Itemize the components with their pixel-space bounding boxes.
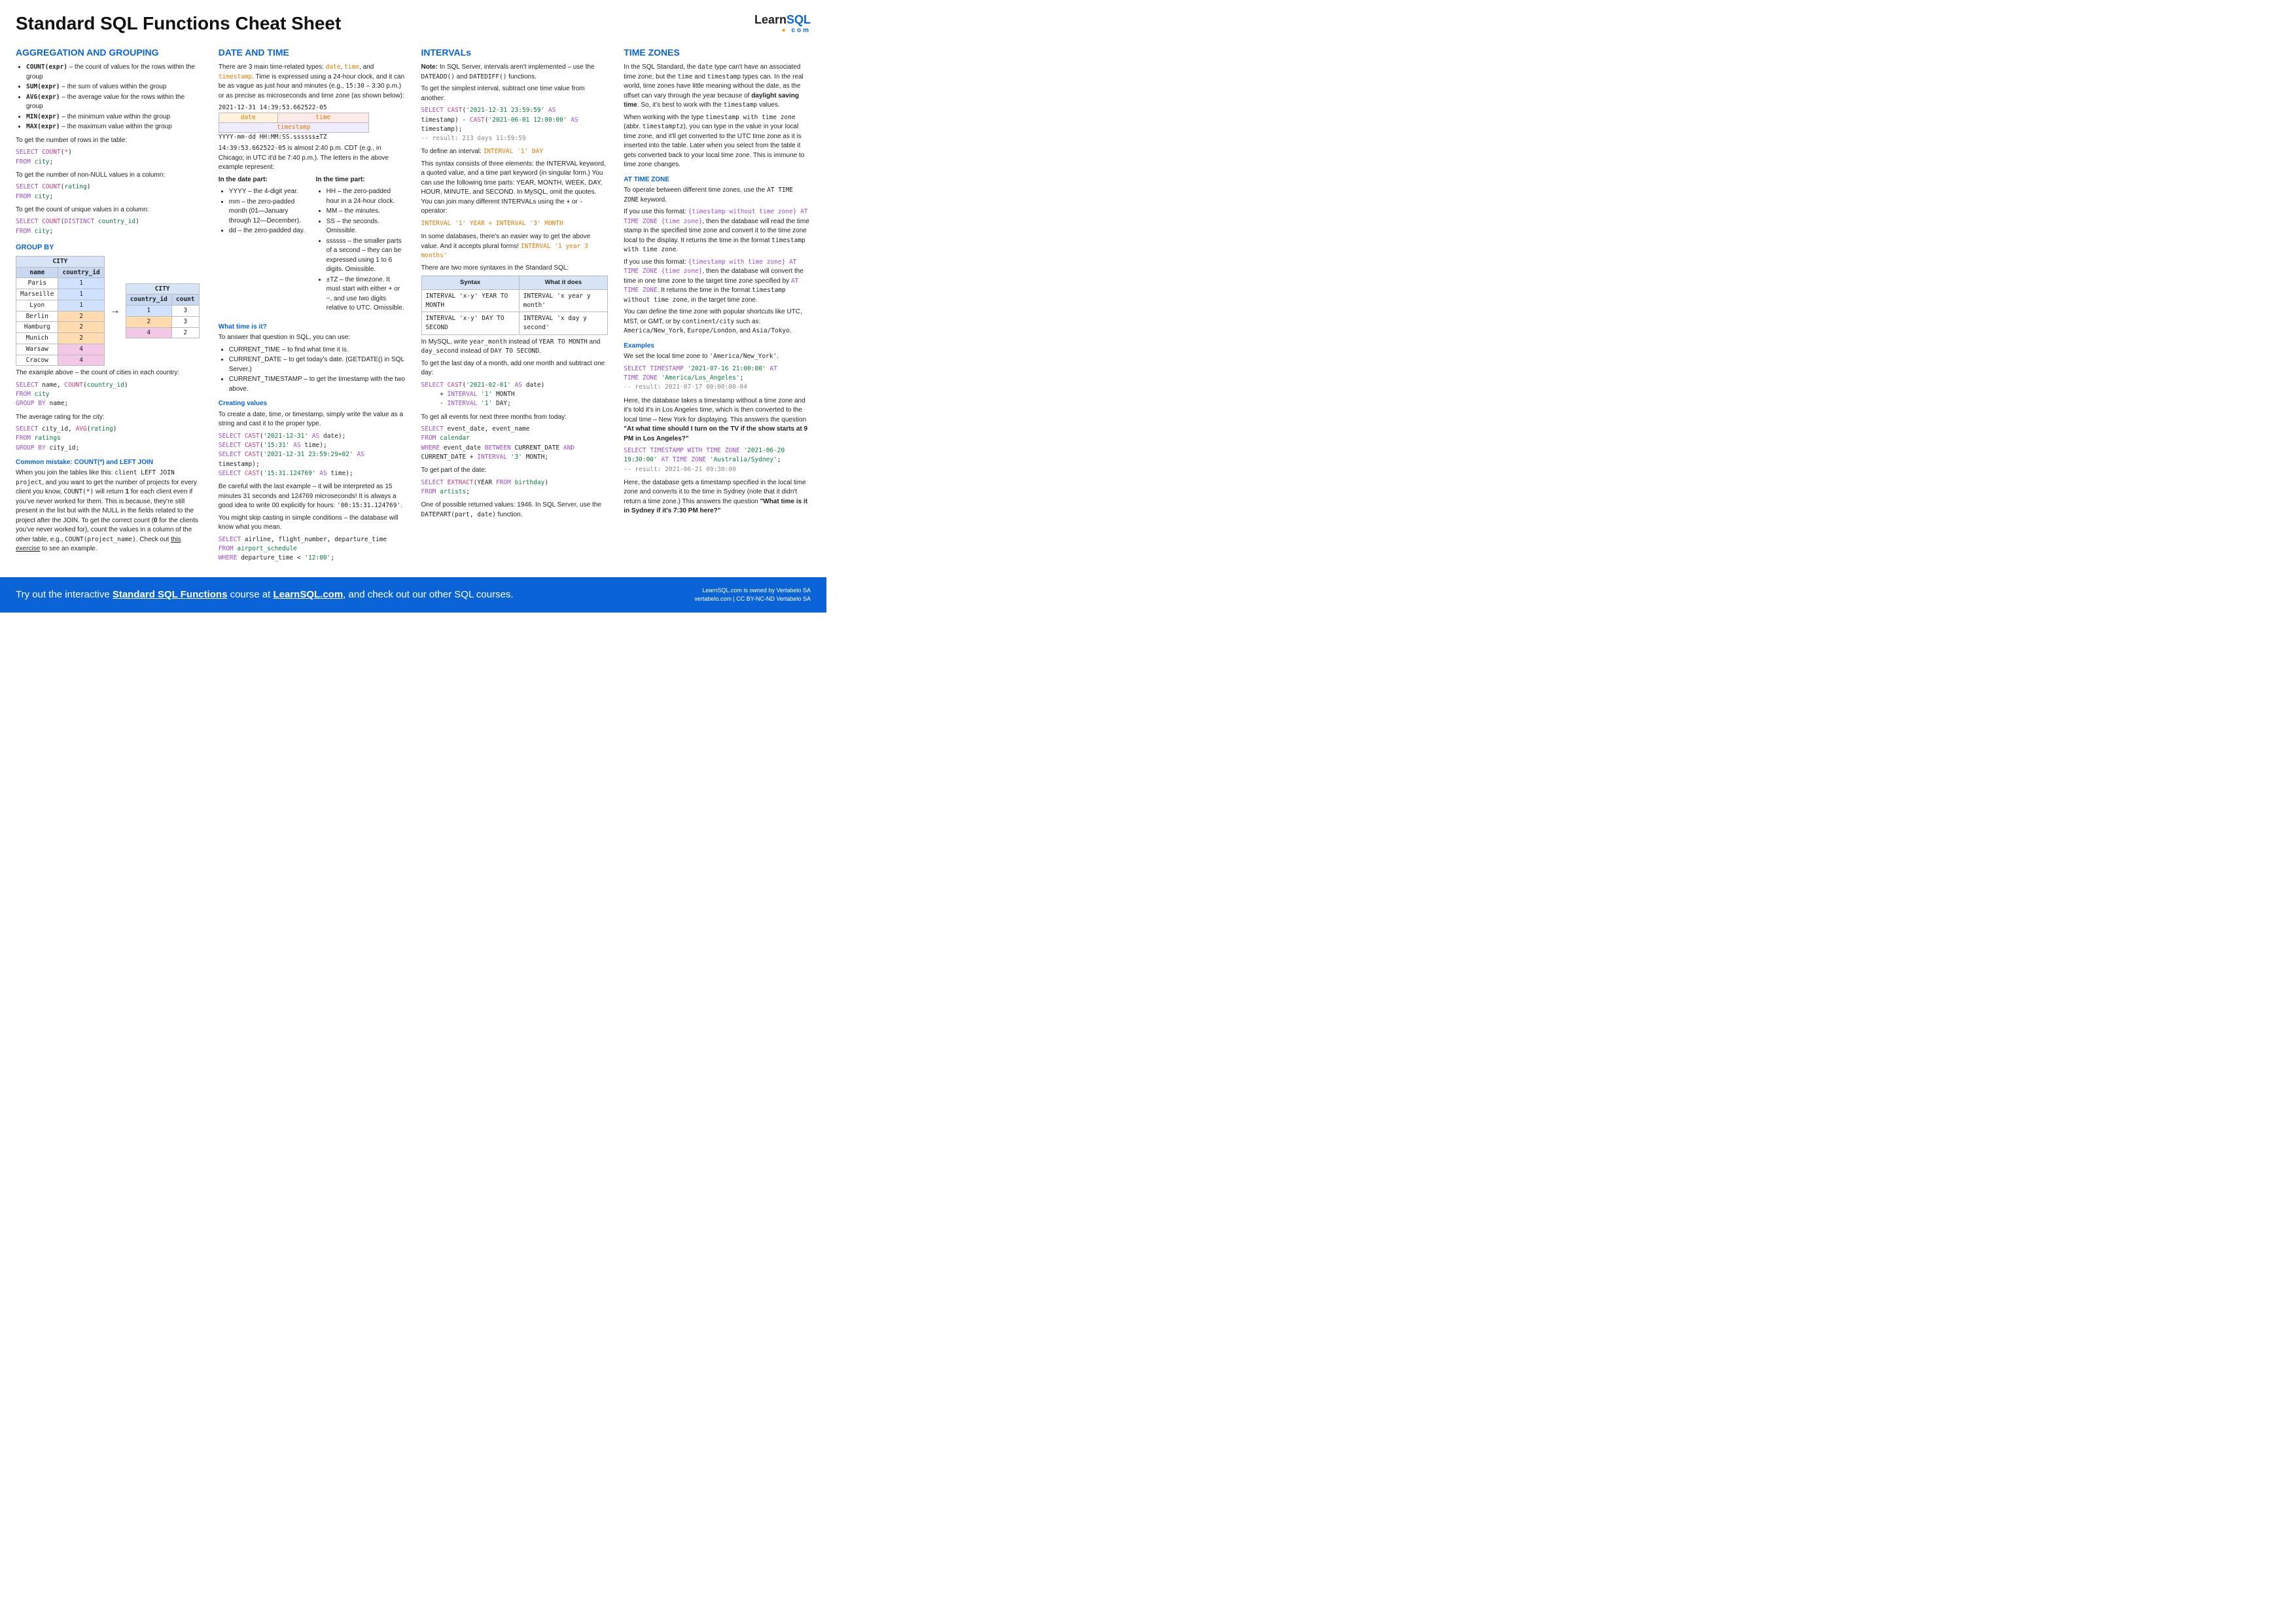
p-mistake: When you join the tables like this: clie…: [16, 469, 203, 554]
p-avgcity: The average rating for the city:: [16, 413, 203, 423]
p-shortcut: You can define the time zone with popula…: [624, 308, 811, 336]
p-skip: You might skip casting in simple conditi…: [219, 514, 406, 533]
p-careful: Be careful with the last example – it wi…: [219, 482, 406, 511]
col-intervals: INTERVALs Note: In SQL Server, intervals…: [421, 43, 609, 567]
timestamp-diagram: 2021-12-31 14:39:53.662522-05 datetime t…: [219, 103, 406, 141]
p-three: This syntax consists of three elements: …: [421, 160, 609, 217]
code-extract: SELECT EXTRACT(YEAR FROM birthday) FROM …: [421, 478, 609, 497]
p-f2: If you use this format: {timestamp with …: [624, 258, 811, 306]
code-groupby-name: SELECT name, COUNT(country_id) FROM city…: [16, 381, 203, 409]
p-events: To get all events for next three months …: [421, 413, 609, 423]
code-intjoin: INTERVAL '1' YEAR + INTERVAL '3' MONTH: [421, 219, 609, 228]
h-intervals: INTERVALs: [421, 46, 609, 59]
col-timezones: TIME ZONES In the SQL Standard, the date…: [624, 43, 811, 567]
p-f1: If you use this format: {timestamp witho…: [624, 207, 811, 255]
p-simplest: To get the simplest interval, subtract o…: [421, 84, 609, 103]
p-setlocal: We set the local time zone to 'America/N…: [624, 352, 811, 362]
time-parts: HH – the zero-padded hour in a 24-hour c…: [316, 187, 406, 313]
p-q1: Here, the database takes a timestamp wit…: [624, 397, 811, 444]
h-aggregation: AGGREGATION AND GROUPING: [16, 46, 203, 59]
p-ret: One of possible returned values: 1946. I…: [421, 501, 609, 520]
code-subtract: SELECT CAST('2021-12-31 23:59:59' AS tim…: [421, 106, 609, 143]
logo-sql: SQL: [786, 13, 811, 26]
p-attz: To operate between different time zones,…: [624, 186, 811, 205]
p-define: To define an interval: INTERVAL '1' DAY: [421, 147, 609, 157]
h-mistake: Common mistake: COUNT(*) and LEFT JOIN: [16, 458, 203, 468]
footer-left: Try out the interactive Standard SQL Fun…: [16, 589, 514, 600]
p-twtz: When working with the type timestamp wit…: [624, 113, 811, 170]
h-creating: Creating values: [219, 399, 406, 409]
code-events: SELECT event_date, event_name FROM calen…: [421, 425, 609, 462]
footer-right: LearnSQL.com is owned by Vertabelo SA ve…: [694, 586, 811, 603]
p-tz: In the SQL Standard, the date type can't…: [624, 63, 811, 111]
p-cdt: 14:39:53.662522-05 is almost 2:40 p.m. C…: [219, 144, 406, 173]
code-casts: SELECT CAST('2021-12-31' AS date); SELEC…: [219, 432, 406, 478]
p-lastday: To get the last day of a month, add one …: [421, 359, 609, 378]
code-avg-rating: SELECT city_id, AVG(rating) FROM ratings…: [16, 425, 203, 453]
h-attz: AT TIME ZONE: [624, 175, 811, 185]
h-timepart: In the time part:: [316, 176, 365, 183]
h-datepart: In the date part:: [219, 176, 268, 183]
p-easier: In some databases, there's an easier way…: [421, 232, 609, 261]
learnsql-link[interactable]: LearnSQL.com: [273, 589, 343, 600]
logo-com: com: [791, 27, 811, 34]
arrow-icon: →: [110, 303, 120, 318]
city-table-result: CITY country_idcount 132342: [126, 283, 200, 339]
logo: LearnSQL ● com: [754, 13, 811, 34]
logo-learn: Learn: [754, 13, 786, 26]
p-part: To get part of the date:: [421, 466, 609, 476]
code-count-distinct: SELECT COUNT(DISTINCT country_id) FROM c…: [16, 217, 203, 236]
code-count-rating: SELECT COUNT(rating) FROM city;: [16, 183, 203, 202]
p-dtintro: There are 3 main time-related types: dat…: [219, 63, 406, 101]
page-title: Standard SQL Functions Cheat Sheet: [16, 13, 341, 34]
p-nonnull: To get the number of non-NULL values in …: [16, 171, 203, 181]
code-tz-sydney: SELECT TIMESTAMP WITH TIME ZONE '2021-06…: [624, 446, 811, 474]
p-rows: To get the number of rows in the table:: [16, 136, 203, 146]
p-distinct: To get the count of unique values in a c…: [16, 205, 203, 215]
code-tz-la: SELECT TIMESTAMP '2021-07-16 21:00:00' A…: [624, 365, 811, 393]
p-q2: Here, the database gets a timestamp spec…: [624, 478, 811, 516]
p-mysql: In MySQL, write year_month instead of YE…: [421, 338, 609, 357]
h-examples: Examples: [624, 342, 811, 351]
h-datetime: DATE AND TIME: [219, 46, 406, 59]
h-what-time: What time is it?: [219, 323, 406, 332]
fn-list: COUNT(expr) – the count of values for th…: [16, 63, 203, 132]
syntax-table: SyntaxWhat it does INTERVAL 'x-y' YEAR T…: [421, 276, 609, 335]
h-groupby: GROUP BY: [16, 243, 203, 253]
course-link[interactable]: Standard SQL Functions: [113, 589, 228, 600]
what-list: CURRENT_TIME – to find what time it is.C…: [219, 346, 406, 395]
code-lastday: SELECT CAST('2021-02-01' AS date) + INTE…: [421, 381, 609, 409]
code-count-star: SELECT COUNT(*) FROM city;: [16, 148, 203, 167]
city-table-source: CITY namecountry_id Paris1Marseille1Lyon…: [16, 256, 105, 366]
col-datetime: DATE AND TIME There are 3 main time-rela…: [219, 43, 406, 567]
col-aggregation: AGGREGATION AND GROUPING COUNT(expr) – t…: [16, 43, 203, 567]
footer: Try out the interactive Standard SQL Fun…: [0, 577, 826, 612]
code-airline: SELECT airline, flight_number, departure…: [219, 535, 406, 563]
p-twomore: There are two more syntaxes in the Stand…: [421, 264, 609, 274]
h-timezones: TIME ZONES: [624, 46, 811, 59]
date-parts: YYYY – the 4-digit year.mm – the zero-pa…: [219, 187, 308, 236]
p-inote: Note: In SQL Server, intervals aren't im…: [421, 63, 609, 82]
p-example: The example above – the count of cities …: [16, 368, 203, 378]
